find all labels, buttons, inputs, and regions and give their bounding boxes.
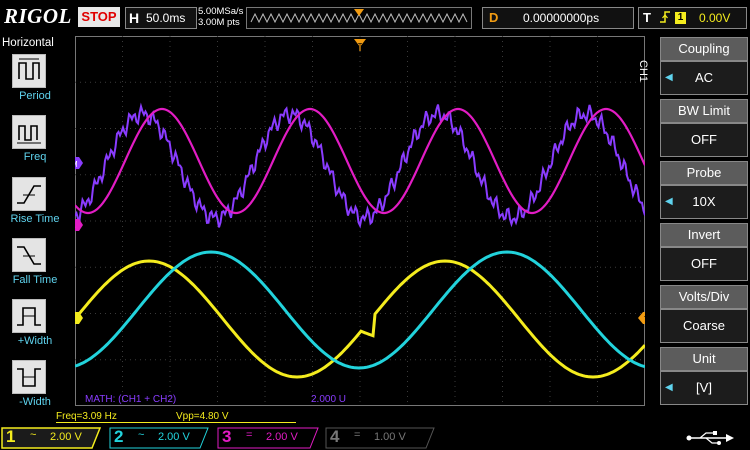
channel-1-scale: 2.00 V [50, 431, 82, 443]
channel-4-scale: 1.00 V [374, 431, 406, 443]
freq-measurement: Freq=3.09 Hz [56, 411, 117, 422]
trigger-pos-marker-icon [354, 9, 364, 16]
horizontal-measure-menu: Horizontal Period Freq Rise Time Fall Ti… [0, 34, 75, 424]
channel-3-number: 3 [222, 427, 232, 446]
measure-positive-width-label: +Width [17, 335, 53, 347]
usb-icon [686, 430, 736, 449]
measure-fall-time[interactable]: Fall Time [0, 238, 75, 298]
negative-width-icon [12, 360, 46, 394]
trigger-letter: T [643, 10, 651, 25]
channel-menu-title: CH1 [637, 60, 649, 83]
horizontal-letter: H [129, 10, 140, 26]
fall-time-icon [12, 238, 46, 272]
channel-3-tab[interactable]: 3 = 2.00 V [218, 427, 316, 448]
invert-label: Invert [660, 223, 748, 247]
volts-div-setting[interactable]: Volts/Div Coarse [660, 285, 748, 345]
memory-depth: 3.00M pts [198, 17, 240, 28]
rising-edge-icon [659, 10, 671, 27]
invert-value: OFF [691, 256, 717, 271]
trigger-position-bar[interactable] [246, 7, 472, 29]
left-arrow-icon: ◀ [665, 196, 673, 207]
measure-freq[interactable]: Freq [0, 115, 75, 175]
period-icon [12, 54, 46, 88]
trigger-box[interactable]: T 1 0.00V [638, 7, 747, 29]
channel-3-coupling: = [246, 429, 253, 441]
probe-value: 10X [692, 194, 716, 209]
coupling-label: Coupling [660, 37, 748, 61]
volts-div-label: Volts/Div [660, 285, 748, 309]
channel-1-coupling: ~ [30, 429, 37, 441]
channel-2-scale: 2.00 V [158, 431, 190, 443]
waveform-display[interactable]: T M 3 1 T MATH: (CH1 + CH2) 2.000 U [75, 36, 645, 406]
menu-title: Horizontal [2, 37, 54, 49]
coupling-value: AC [694, 70, 714, 85]
bw-limit-setting[interactable]: BW Limit OFF [660, 99, 748, 159]
volts-div-value: Coarse [683, 318, 725, 333]
channel-4-number: 4 [330, 427, 340, 446]
channel-2-coupling: ~ [138, 429, 145, 441]
invert-setting[interactable]: Invert OFF [660, 223, 748, 283]
measure-fall-time-label: Fall Time [12, 274, 58, 286]
channel-4-coupling: = [354, 429, 361, 441]
math-scale: 2.000 U [311, 394, 346, 405]
measure-positive-width[interactable]: +Width [0, 299, 75, 359]
waveform-overview [250, 9, 468, 24]
unit-value: [V] [696, 380, 712, 395]
bw-limit-value: OFF [691, 132, 717, 147]
bw-limit-label: BW Limit [660, 99, 748, 123]
rise-time-icon [12, 177, 46, 211]
timebase-box[interactable]: H 50.0ms [125, 7, 197, 29]
left-arrow-icon: ◀ [665, 382, 673, 393]
math-label: MATH: (CH1 + CH2) [85, 394, 176, 405]
positive-width-icon [12, 299, 46, 333]
channel-2-number: 2 [114, 427, 124, 446]
channel-1-tab[interactable]: 1 ~ 2.00 V [2, 427, 98, 448]
trigger-level-value: 0.00V [699, 11, 731, 25]
delay-box[interactable]: D 0.00000000ps [482, 7, 634, 29]
delay-value: 0.00000000ps [523, 11, 600, 25]
coupling-setting[interactable]: Coupling ◀ AC [660, 37, 748, 97]
sample-rate: 5.00MSa/s [198, 6, 244, 17]
channel-status-bar: 1 ~ 2.00 V 2 ~ 2.00 V 3 = 2.00 V 4 = 1.0… [0, 425, 750, 450]
probe-setting[interactable]: Probe ◀ 10X [660, 161, 748, 221]
measure-negative-width-label: -Width [19, 396, 51, 408]
unit-setting[interactable]: Unit ◀ [V] [660, 347, 748, 407]
probe-label: Probe [660, 161, 748, 185]
measurement-underline [56, 422, 296, 423]
channel-2-tab[interactable]: 2 ~ 2.00 V [110, 427, 206, 448]
left-arrow-icon: ◀ [665, 72, 673, 83]
top-status-bar: RIGOL STOP H 50.0ms 5.00MSa/s 3.00M pts … [0, 0, 750, 34]
trigger-source-badge: 1 [675, 12, 686, 24]
measure-period-label: Period [19, 90, 51, 102]
svg-text:M: M [75, 160, 78, 169]
run-stop-status[interactable]: STOP [78, 7, 120, 27]
sample-info: 5.00MSa/s 3.00M pts [198, 6, 243, 28]
timebase-value: 50.0ms [146, 11, 186, 25]
measure-rise-time-label: Rise Time [10, 213, 60, 225]
measure-period[interactable]: Period [0, 54, 75, 114]
measure-rise-time[interactable]: Rise Time [0, 177, 75, 237]
freq-icon [12, 115, 46, 149]
rigol-logo: RIGOL [4, 4, 72, 28]
channel-3-scale: 2.00 V [266, 431, 298, 443]
unit-label: Unit [660, 347, 748, 371]
vpp-measurement: Vpp=4.80 V [176, 411, 229, 422]
channel-1-number: 1 [6, 427, 16, 446]
delay-letter: D [489, 10, 499, 25]
channel-4-tab[interactable]: 4 = 1.00 V [326, 427, 432, 448]
measure-freq-label: Freq [23, 151, 47, 163]
